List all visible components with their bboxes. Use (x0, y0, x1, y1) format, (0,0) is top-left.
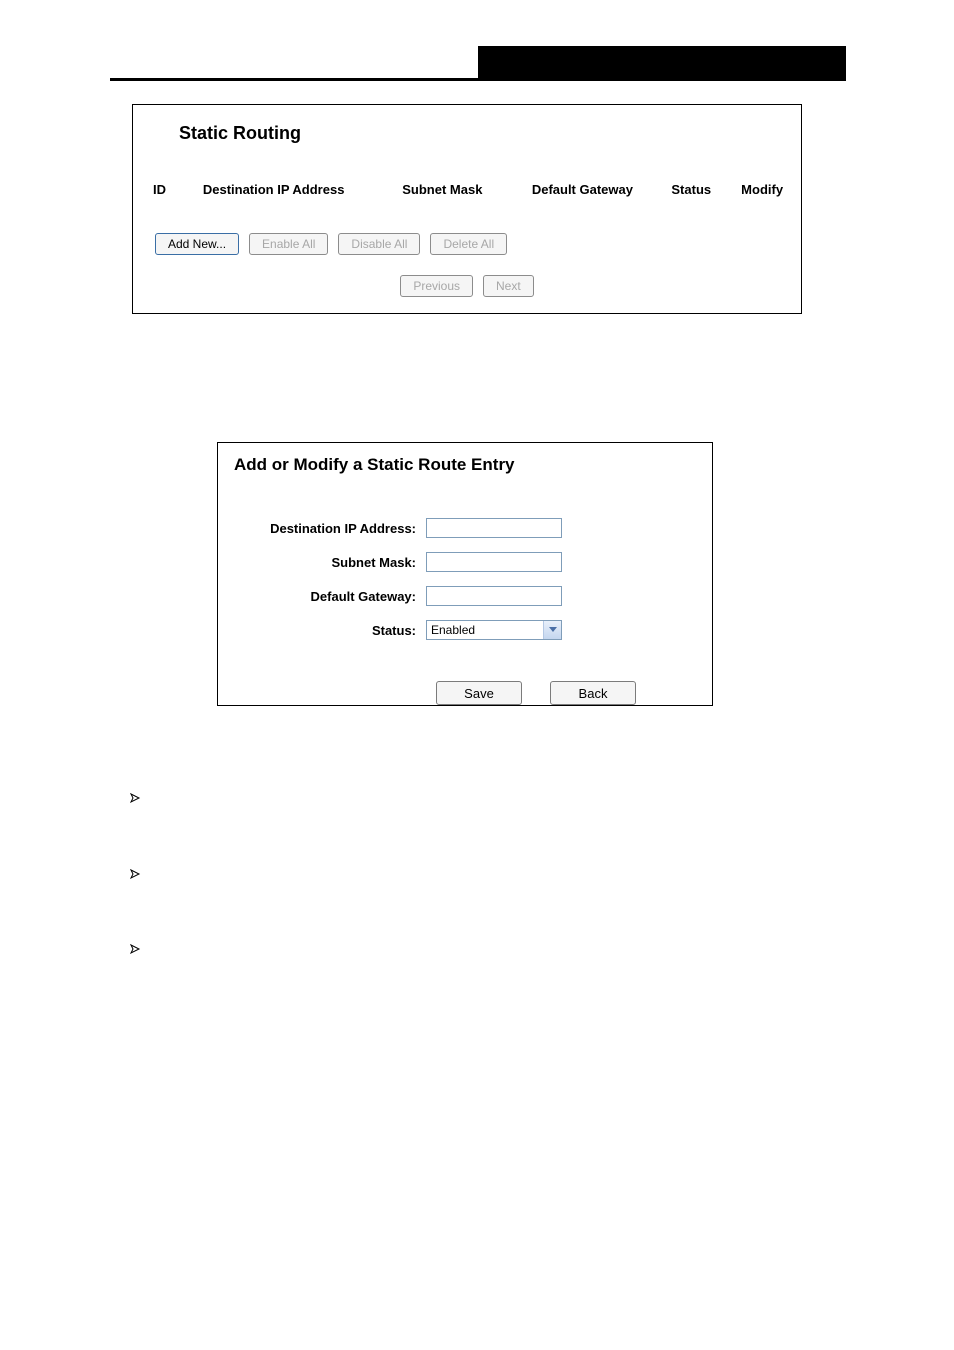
delete-all-button[interactable]: Delete All (430, 233, 507, 255)
header-rule (110, 78, 846, 81)
label-default-gateway: Default Gateway: (218, 589, 426, 604)
save-button[interactable]: Save (436, 681, 522, 705)
add-modify-form: Destination IP Address: Subnet Mask: Def… (218, 511, 712, 647)
other-configurations: Other configurations for the entries: Cl… (110, 1096, 846, 1246)
column-status: Status (671, 182, 741, 197)
other-configs-line-2: Click the Disable All button to disable … (110, 1147, 846, 1170)
label-subnet-mask: Subnet Mask: (218, 555, 426, 570)
status-select[interactable]: Enabled (426, 620, 562, 640)
pager-row: Previous Next (133, 275, 801, 297)
default-gateway-input[interactable] (426, 586, 562, 606)
other-configs-line-1: Click the Enable All button to enable al… (110, 1121, 846, 1144)
instruction-step-3: 3. Select Enabled or Disabled for this e… (130, 988, 846, 1011)
instruction-step-1: 1. Click Add New… shown in Figure 4-40, … (130, 402, 846, 425)
bullet-destination-ip: Destination IP Address - The Destination… (158, 792, 846, 836)
subnet-mask-input[interactable] (426, 552, 562, 572)
status-select-value: Enabled (431, 623, 475, 637)
arrow-bullet-icon (130, 868, 158, 886)
column-modify: Modify (741, 182, 801, 197)
static-routing-panel: Static Routing ID Destination IP Address… (132, 104, 802, 314)
figure-1-caption: Figure 4-40 Static Routing (0, 336, 954, 351)
previous-button[interactable]: Previous (400, 275, 473, 297)
bullet-default-gateway: Default Gateway - This is the IP Address… (158, 943, 846, 987)
arrow-bullet-icon (130, 792, 158, 810)
column-subnet-mask: Subnet Mask (402, 182, 532, 197)
figure-2-caption: Figure 4-41 Add or Modify a Static Route… (0, 726, 954, 741)
static-routing-columns: ID Destination IP Address Subnet Mask De… (133, 182, 801, 197)
column-id: ID (153, 182, 203, 197)
add-new-button[interactable]: Add New... (155, 233, 239, 255)
page-number: 62 (0, 1292, 954, 1307)
instruction-to-add: To add static routing entries: (110, 370, 846, 393)
chevron-down-icon (543, 621, 561, 639)
instruction-modify-delete: To modify or delete an existing entry, c… (130, 1072, 846, 1095)
column-destination: Destination IP Address (203, 182, 402, 197)
add-modify-actions: Save Back (436, 681, 712, 705)
list-item: Default Gateway - This is the IP Address… (130, 943, 846, 987)
instruction-step-4: 4. Click the Save button to make the ent… (130, 1030, 846, 1053)
bullet-list: Destination IP Address - The Destination… (130, 792, 846, 1019)
bullet-subnet-mask: Subnet Mask - The Subnet Mask determines… (158, 868, 846, 912)
list-item: Subnet Mask - The Subnet Mask determines… (130, 868, 846, 912)
enable-all-button[interactable]: Enable All (249, 233, 328, 255)
arrow-bullet-icon (130, 943, 158, 961)
add-modify-title: Add or Modify a Static Route Entry (234, 455, 712, 475)
other-configs-line-4: Click the Previous button to view the in… (110, 1197, 846, 1244)
destination-ip-input[interactable] (426, 518, 562, 538)
static-routing-title: Static Routing (179, 123, 801, 144)
back-button[interactable]: Back (550, 681, 636, 705)
instruction-step-2: 2. Enter the following data: (130, 764, 846, 781)
disable-all-button[interactable]: Disable All (338, 233, 420, 255)
label-destination-ip: Destination IP Address: (218, 521, 426, 536)
static-routing-button-row: Add New... Enable All Disable All Delete… (155, 233, 801, 255)
label-status: Status: (218, 623, 426, 638)
next-button[interactable]: Next (483, 275, 534, 297)
other-configs-line-3: Click the Delete All button to delete al… (110, 1172, 846, 1195)
other-configs-heading: Other configurations for the entries: (110, 1096, 846, 1119)
column-default-gateway: Default Gateway (532, 182, 672, 197)
header-black-bar (478, 46, 846, 78)
list-item: Destination IP Address - The Destination… (130, 792, 846, 836)
add-modify-panel: Add or Modify a Static Route Entry Desti… (217, 442, 713, 706)
